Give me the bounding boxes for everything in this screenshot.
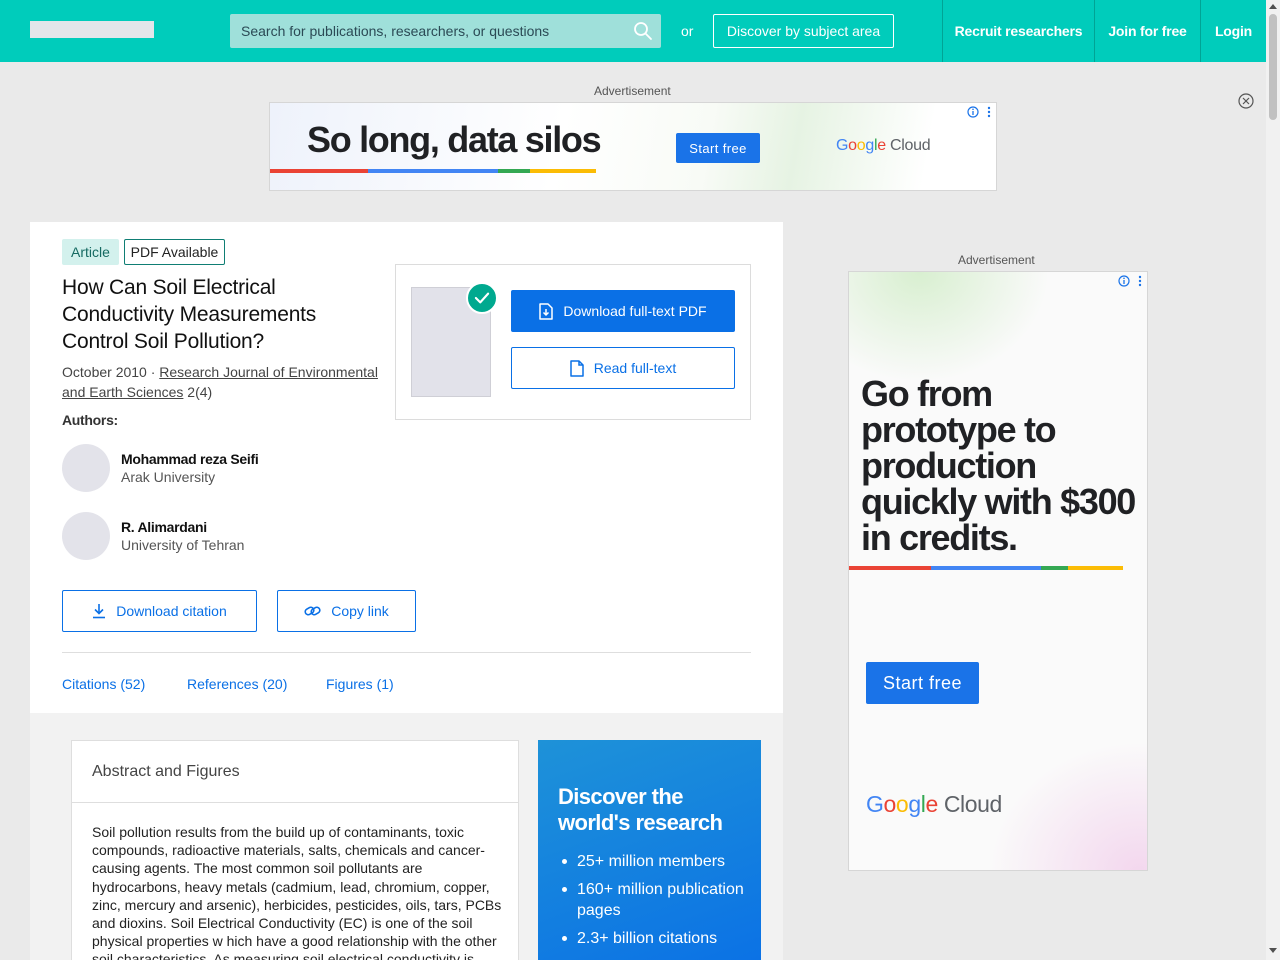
author-institution: Arak University <box>121 469 216 485</box>
promo-item: 2.3+ billion citations <box>558 928 753 949</box>
author-name[interactable]: Mohammad reza Seifi <box>121 451 259 467</box>
join-for-free-link[interactable]: Join for free <box>1094 0 1200 62</box>
google-cloud-logo: Google Cloud <box>836 137 931 154</box>
full-text-box: Download full-text PDF Read full-text <box>395 264 751 420</box>
download-file-icon <box>539 302 554 320</box>
author-item[interactable]: Mohammad reza Seifi Arak University <box>62 444 382 492</box>
article-type-badge: Article <box>62 239 119 265</box>
download-full-text-pdf-button[interactable]: Download full-text PDF <box>511 290 735 332</box>
top-navigation-bar: or Discover by subject area Recruit rese… <box>0 0 1266 62</box>
side-banner-ad[interactable]: Go from prototype to production quickly … <box>848 271 1148 871</box>
read-full-text-label: Read full-text <box>593 360 677 376</box>
link-icon <box>304 606 321 616</box>
publication-title: How Can Soil Electrical Conductivity Mea… <box>62 276 317 353</box>
download-icon <box>93 604 106 619</box>
scroll-thumb[interactable] <box>1269 14 1277 120</box>
top-ad-label: Advertisement <box>594 84 671 98</box>
abstract-panel: Abstract and Figures Soil pollution resu… <box>71 740 519 960</box>
search-input[interactable] <box>230 14 625 48</box>
tab-citations[interactable]: Citations (52) <box>62 676 145 692</box>
search-icon[interactable] <box>633 21 653 41</box>
avatar[interactable] <box>62 512 110 560</box>
copy-link-button[interactable]: Copy link <box>277 590 416 632</box>
site-logo[interactable] <box>30 21 154 38</box>
top-banner-ad[interactable]: So long, data silos Start free Google Cl… <box>269 102 997 191</box>
google-color-stripe <box>270 169 596 173</box>
checkmark-icon <box>466 282 498 314</box>
abstract-text: Soil pollution results from the build up… <box>92 824 502 960</box>
promo-item: 25+ million members <box>558 851 753 872</box>
abstract-heading: Abstract and Figures <box>92 763 240 780</box>
ad-menu-icon[interactable] <box>1138 275 1142 287</box>
page-scrollbar[interactable] <box>1266 0 1280 960</box>
pdf-available-badge: PDF Available <box>124 239 225 265</box>
scroll-up-arrow-icon[interactable] <box>1269 4 1277 9</box>
side-ad-start-free-button[interactable]: Start free <box>866 662 979 704</box>
document-icon <box>570 359 584 377</box>
avatar[interactable] <box>62 444 110 492</box>
login-link[interactable]: Login <box>1200 0 1266 62</box>
or-text: or <box>681 23 694 39</box>
download-citation-button[interactable]: Download citation <box>62 590 257 632</box>
journal-issue: 2(4) <box>183 384 213 400</box>
read-full-text-button[interactable]: Read full-text <box>511 347 735 389</box>
tab-references[interactable]: References (20) <box>187 676 287 692</box>
search-box <box>230 14 661 48</box>
ad-info-icon[interactable] <box>967 106 979 118</box>
scroll-down-arrow-icon[interactable] <box>1269 948 1277 953</box>
promo-list: 25+ million members 160+ million publica… <box>558 851 753 956</box>
download-pdf-label: Download full-text PDF <box>563 303 707 319</box>
publication-date: October 2010 · <box>62 364 160 380</box>
ad-info-icon[interactable] <box>1118 275 1130 287</box>
authors-label: Authors: <box>62 412 118 428</box>
tab-figures[interactable]: Figures (1) <box>326 676 394 692</box>
download-citation-label: Download citation <box>116 603 227 619</box>
discover-by-subject-button[interactable]: Discover by subject area <box>713 14 894 48</box>
abstract-divider <box>72 802 518 803</box>
author-institution: University of Tehran <box>121 537 245 553</box>
ad-start-free-button[interactable]: Start free <box>676 133 760 163</box>
google-cloud-logo: Google Cloud <box>866 791 1002 817</box>
side-ad-headline: Go from prototype to production quickly … <box>861 373 1136 558</box>
section-divider <box>62 652 751 653</box>
publication-meta: October 2010 · Research Journal of Envir… <box>62 362 382 402</box>
close-ad-icon[interactable] <box>1238 93 1254 109</box>
author-name[interactable]: R. Alimardani <box>121 519 207 535</box>
discover-research-promo[interactable]: Discover the world's research 25+ millio… <box>538 740 761 960</box>
recruit-researchers-link[interactable]: Recruit researchers <box>942 0 1094 62</box>
ad-headline: So long, data silos <box>307 119 602 160</box>
author-item[interactable]: R. Alimardani University of Tehran <box>62 512 382 560</box>
promo-title: Discover the world's research <box>558 784 723 835</box>
google-color-stripe <box>849 566 1123 570</box>
side-ad-label: Advertisement <box>958 253 1035 267</box>
copy-link-label: Copy link <box>331 603 389 619</box>
ad-menu-icon[interactable] <box>987 106 991 118</box>
promo-item: 160+ million publication pages <box>558 879 753 921</box>
